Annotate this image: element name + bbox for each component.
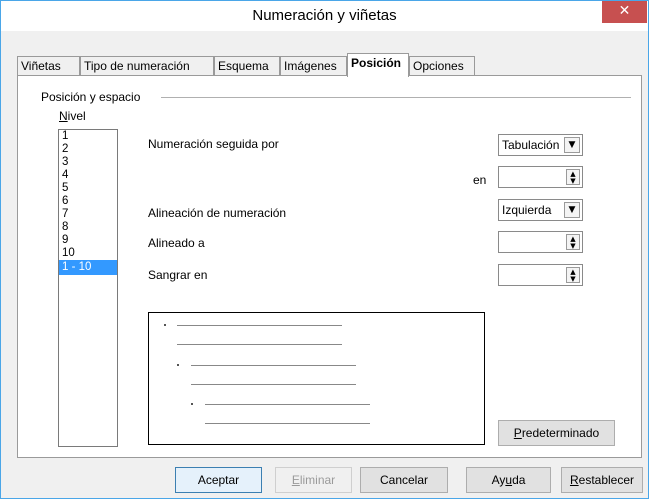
level-item-10[interactable]: 10 [59, 247, 117, 260]
preview-line [205, 404, 370, 405]
dialog-title: Numeración y viñetas [252, 7, 397, 24]
delete-button[interactable]: Eliminar [275, 467, 352, 493]
aligned-at-label: Alineado a [148, 236, 205, 250]
tab-opciones[interactable]: Opciones [409, 56, 475, 76]
close-button[interactable]: ✕ [602, 1, 647, 23]
numbering-followed-by-select[interactable]: Tabulación ▼ [498, 134, 583, 156]
tab-vinetas[interactable]: Viñetas [17, 56, 80, 76]
preview-line [191, 384, 356, 385]
preview-line [177, 325, 342, 326]
preview-bullet [164, 324, 166, 326]
indent-at-spinbox[interactable]: ▲ ▼ [498, 264, 583, 286]
spin-arrows-icon[interactable]: ▲ ▼ [566, 234, 580, 250]
dialog-window: Numeración y viñetas ✕ Viñetas Tipo de n… [0, 0, 649, 499]
group-label-position-spacing: Posición y espacio [41, 90, 145, 104]
level-item-8[interactable]: 8 [59, 221, 117, 234]
close-icon: ✕ [618, 3, 631, 19]
preview-line [205, 423, 370, 424]
level-item-3[interactable]: 3 [59, 156, 117, 169]
preview-line [177, 344, 342, 345]
level-item-5[interactable]: 5 [59, 182, 117, 195]
aligned-at-spinbox[interactable]: ▲ ▼ [498, 231, 583, 253]
numbering-preview [148, 312, 485, 445]
numbering-alignment-select[interactable]: Izquierda ▼ [498, 199, 583, 221]
level-item-4[interactable]: 4 [59, 169, 117, 182]
help-button[interactable]: Ayuda [466, 467, 551, 493]
ok-button[interactable]: Aceptar [175, 467, 262, 493]
at-label: en [473, 173, 487, 187]
level-item-2[interactable]: 2 [59, 143, 117, 156]
preview-bullet [177, 364, 179, 366]
indent-at-label: Sangrar en [148, 268, 208, 282]
spin-arrows-icon[interactable]: ▲ ▼ [566, 267, 580, 283]
level-label: Nivel [59, 109, 86, 123]
level-item-1-10[interactable]: 1 - 10 [59, 260, 117, 275]
title-bar: Numeración y viñetas ✕ [1, 1, 648, 31]
tab-imagenes[interactable]: Imágenes [280, 56, 347, 76]
tab-esquema[interactable]: Esquema [214, 56, 280, 76]
level-list[interactable]: 1 2 3 4 5 6 7 8 9 10 1 - 10 [58, 129, 118, 447]
spin-arrows-icon[interactable]: ▲ ▼ [566, 169, 580, 185]
numbering-alignment-value: Izquierda [502, 203, 552, 217]
level-item-7[interactable]: 7 [59, 208, 117, 221]
cancel-button[interactable]: Cancelar [360, 467, 448, 493]
numbering-alignment-label: Alineación de numeración [148, 206, 287, 220]
numbering-followed-by-value: Tabulación [502, 138, 560, 152]
group-divider [161, 97, 631, 98]
default-button-rest: redeterminado [521, 426, 600, 440]
numbering-followed-by-label: Numeración seguida por [148, 137, 279, 151]
level-item-1[interactable]: 1 [59, 130, 117, 143]
chevron-down-icon[interactable]: ▼ [564, 202, 580, 218]
reset-button[interactable]: Restablecer [561, 467, 643, 493]
at-spinbox[interactable]: ▲ ▼ [498, 166, 583, 188]
tab-posicion[interactable]: Posición [347, 53, 409, 77]
chevron-down-icon[interactable]: ▼ [564, 137, 580, 153]
preview-line [191, 365, 356, 366]
preview-bullet [191, 403, 193, 405]
level-item-6[interactable]: 6 [59, 195, 117, 208]
tab-tipo-numeracion[interactable]: Tipo de numeración [80, 56, 214, 76]
default-button[interactable]: Predeterminado [498, 420, 615, 446]
level-item-9[interactable]: 9 [59, 234, 117, 247]
default-button-mnemonic: P [513, 426, 522, 440]
